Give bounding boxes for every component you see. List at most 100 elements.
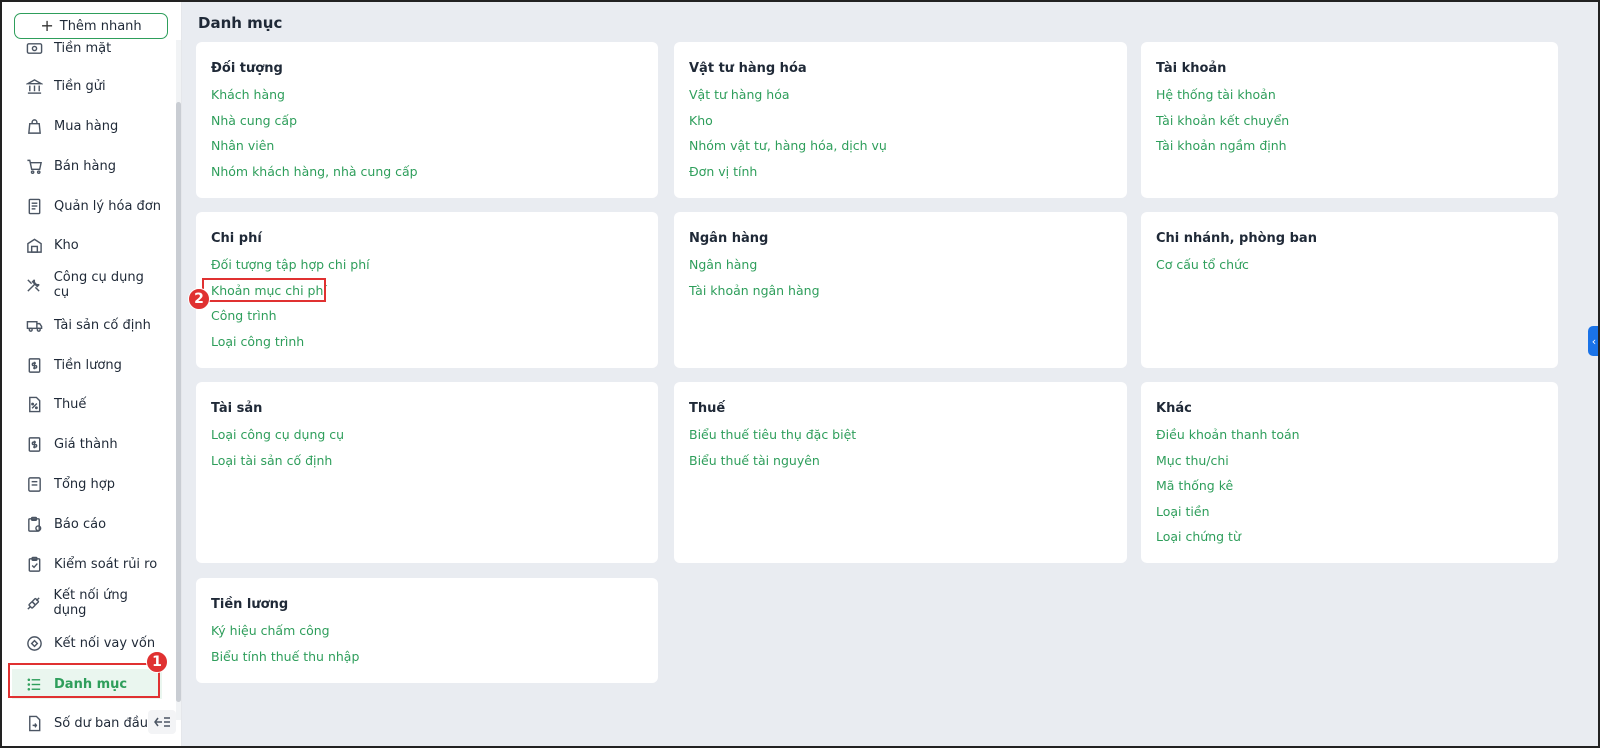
cash-icon [24,38,44,58]
sidebar-item-sales[interactable]: Bán hàng [12,152,162,180]
link-loai-tien[interactable]: Loại tiền [1156,503,1300,529]
report-icon [24,514,44,534]
card-thue: Thuế Biểu thuế tiêu thụ đặc biệt Biểu th… [674,382,1127,563]
card-khac: Khác Điều khoản thanh toán Mục thu/chi M… [1141,382,1558,563]
link-ky-hieu-cham-cong[interactable]: Ký hiệu chấm công [211,622,359,648]
sidebar-item-label: Giá thành [54,436,118,452]
app-window: + Thêm nhanh Tiền mặt Tiền gửi Mua hàng … [0,0,1600,748]
link-bieu-thue-tai-nguyen[interactable]: Biểu thuế tài nguyên [689,452,856,478]
card-doi-tuong: Đối tượng Khách hàng Nhà cung cấp Nhân v… [196,42,658,198]
sidebar-item-cost[interactable]: Giá thành [12,430,162,458]
link-nhom-vat-tu[interactable]: Nhóm vật tư, hàng hóa, dịch vụ [689,137,887,163]
link-tai-khoan-ngan-hang[interactable]: Tài khoản ngân hàng [689,282,820,308]
tax-icon [24,394,44,414]
collapse-sidebar-button[interactable] [148,710,176,734]
sidebar-item-label: Số dư ban đầu [54,715,149,731]
link-muc-thu-chi[interactable]: Mục thu/chi [1156,452,1300,478]
sidebar-item-deposit[interactable]: Tiền gửi [12,72,162,100]
summary-icon [24,474,44,494]
loan-icon [24,633,44,653]
link-loai-cong-trinh[interactable]: Loại công trình [211,333,370,359]
sidebar-item-salary[interactable]: Tiền lương [12,351,162,379]
link-nha-cung-cap[interactable]: Nhà cung cấp [211,112,418,138]
sidebar-item-label: Tiền gửi [54,78,106,94]
sidebar-item-summary[interactable]: Tổng hợp [12,470,162,498]
sidebar-item-warehouse[interactable]: Kho [12,231,162,259]
connect-icon [24,593,43,613]
link-nhan-vien[interactable]: Nhân viên [211,137,418,163]
sidebar-item-label: Kho [54,237,79,253]
sidebar-item-reports[interactable]: Báo cáo [12,510,162,538]
link-loai-tai-san-co-dinh[interactable]: Loại tài sản cố định [211,452,344,478]
sidebar-item-label: Kiểm soát rủi ro [54,556,158,572]
step-badge-1: 1 [146,651,168,673]
warehouse-icon [24,235,44,255]
sidebar-item-invoices[interactable]: Quản lý hóa đơn [12,192,162,220]
link-tai-khoan-ket-chuyen[interactable]: Tài khoản kết chuyển [1156,112,1289,138]
sidebar-item-purchase[interactable]: Mua hàng [12,112,162,140]
cost-icon [24,434,44,454]
sidebar-item-label: Mua hàng [54,118,119,134]
card-title: Tài khoản [1156,61,1227,76]
link-nhom-khach-hang[interactable]: Nhóm khách hàng, nhà cung cấp [211,163,418,189]
sidebar-item-fixed-assets[interactable]: Tài sản cố định [12,311,162,339]
sidebar-item-label: Tổng hợp [54,476,115,492]
link-cong-trinh[interactable]: Công trình [211,307,370,333]
sidebar-item-cash[interactable]: Tiền mặt [12,34,162,62]
sidebar-item-label: Tài sản cố định [54,317,151,333]
card-title: Khác [1156,401,1192,416]
link-kho[interactable]: Kho [689,112,887,138]
link-bieu-tinh-thue-thu-nhap[interactable]: Biểu tính thuế thu nhập [211,648,359,674]
card-ngan-hang: Ngân hàng Ngân hàng Tài khoản ngân hàng [674,212,1127,368]
truck-icon [24,315,44,335]
link-loai-cong-cu-dung-cu[interactable]: Loại công cụ dụng cụ [211,426,344,452]
highlight-box-step1 [8,663,160,698]
link-dieu-khoan-thanh-toan[interactable]: Điều khoản thanh toán [1156,426,1300,452]
card-title: Đối tượng [211,61,283,76]
link-khach-hang[interactable]: Khách hàng [211,86,418,112]
sidebar-item-tools[interactable]: Công cụ dụng cụ [12,270,162,300]
link-tai-khoan-ngam-dinh[interactable]: Tài khoản ngầm định [1156,137,1289,163]
sidebar-item-opening-balance[interactable]: Số dư ban đầu [12,709,162,737]
highlight-box-step2 [202,278,326,302]
sidebar-item-loan-connect[interactable]: Kết nối vay vốn [12,629,162,657]
page-title: Danh mục [198,14,283,32]
tools-icon [24,275,44,295]
invoice-icon [24,196,44,216]
card-title: Tiền lương [211,597,289,612]
link-vat-tu-hang-hoa[interactable]: Vật tư hàng hóa [689,86,887,112]
sidebar-item-label: Kết nối vay vốn [54,635,156,651]
link-ngan-hang[interactable]: Ngân hàng [689,256,820,282]
link-loai-chung-tu[interactable]: Loại chứng từ [1156,528,1300,554]
sidebar-item-label: Kết nối ứng dụng [53,588,128,618]
card-title: Vật tư hàng hóa [689,61,807,76]
sidebar-scrollbar-thumb[interactable] [176,102,181,702]
sidebar-item-label: Bán hàng [54,158,116,174]
risk-icon [24,554,44,574]
sidebar: + Thêm nhanh Tiền mặt Tiền gửi Mua hàng … [2,2,182,746]
link-he-thong-tai-khoan[interactable]: Hệ thống tài khoản [1156,86,1289,112]
link-bieu-thue-tieu-thu-dac-biet[interactable]: Biểu thuế tiêu thụ đặc biệt [689,426,856,452]
sidebar-item-label: Quản lý hóa đơn [54,198,161,214]
balance-icon [24,713,44,733]
quick-add-label: Thêm nhanh [59,18,142,34]
card-tai-san: Tài sản Loại công cụ dụng cụ Loại tài sả… [196,382,658,563]
link-co-cau-to-chuc[interactable]: Cơ cấu tổ chức [1156,256,1249,282]
card-title: Thuế [689,401,726,416]
sidebar-item-label: Công cụ dụng cụ [53,270,144,300]
card-title: Chi nhánh, phòng ban [1156,231,1317,246]
card-tai-khoan: Tài khoản Hệ thống tài khoản Tài khoản k… [1141,42,1558,198]
bank-icon [24,76,44,96]
side-panel-toggle[interactable]: ‹ [1588,326,1598,356]
link-don-vi-tinh[interactable]: Đơn vị tính [689,163,887,189]
card-vat-tu-hang-hoa: Vật tư hàng hóa Vật tư hàng hóa Kho Nhóm… [674,42,1127,198]
sidebar-item-tax[interactable]: Thuế [12,390,162,418]
sidebar-item-app-connect[interactable]: Kết nối ứng dụng [12,588,162,618]
step-badge-2: 2 [188,288,210,310]
sidebar-item-risk-control[interactable]: Kiểm soát rủi ro [12,550,162,578]
plus-icon: + [40,16,54,35]
sidebar-item-label: Báo cáo [54,516,107,532]
card-tien-luong: Tiền lương Ký hiệu chấm công Biểu tính t… [196,578,658,683]
bag-icon [24,116,44,136]
link-ma-thong-ke[interactable]: Mã thống kê [1156,477,1300,503]
